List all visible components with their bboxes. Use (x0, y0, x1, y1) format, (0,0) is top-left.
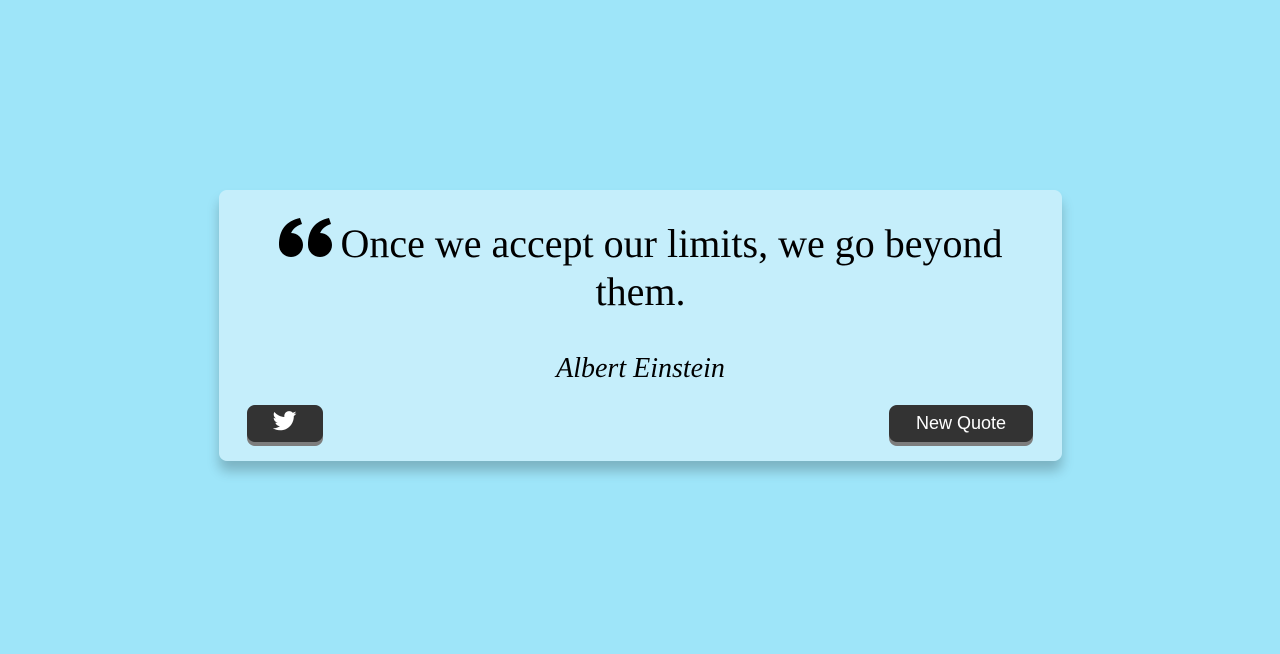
quote-text: Once we accept our limits, we go beyond … (340, 221, 1003, 314)
twitter-icon (272, 411, 297, 436)
new-quote-button[interactable]: New Quote (889, 405, 1033, 442)
quote-text-block: Once we accept our limits, we go beyond … (259, 218, 1022, 316)
quote-author: Albert Einstein (556, 353, 725, 384)
quote-left-icon (278, 218, 334, 258)
quote-box: Once we accept our limits, we go beyond … (219, 190, 1062, 461)
tweet-button[interactable] (247, 405, 323, 442)
